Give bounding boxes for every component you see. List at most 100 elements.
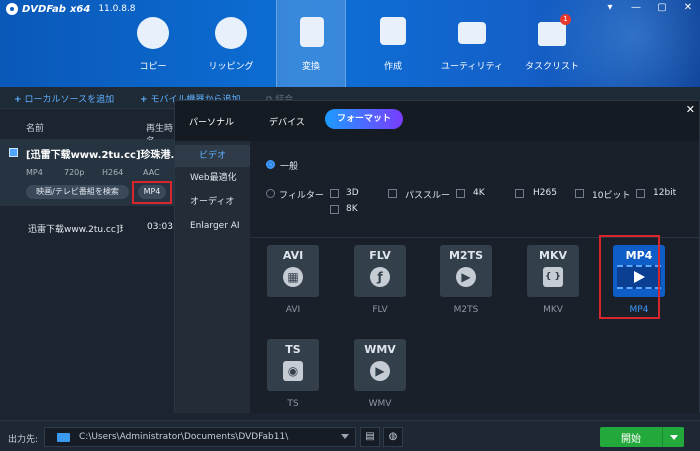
file-title: 迅雷下载www.2tu.cc]珍珠港 bbox=[28, 225, 123, 235]
app-name: DVDFab bbox=[22, 3, 66, 15]
title-nav-bar: DVDFab x64 11.0.8.8 ▾ — ▢ ✕ コピー リッピング 変換… bbox=[0, 0, 700, 87]
filter-10bit-label: 10ビット bbox=[592, 191, 631, 201]
movie-tv-search-button[interactable]: 映画/テレビ番組を検索 bbox=[26, 185, 129, 199]
checkbox-4k[interactable] bbox=[456, 189, 465, 198]
format-tile-m2ts[interactable]: M2TS ▶ bbox=[440, 245, 492, 297]
start-button[interactable]: 開始 bbox=[600, 427, 684, 447]
column-name[interactable]: 名前 bbox=[26, 121, 44, 134]
window-controls: ▾ — ▢ ✕ bbox=[604, 2, 694, 13]
category-enlarger-ai[interactable]: Enlarger AI bbox=[175, 215, 250, 237]
nav-copy[interactable]: コピー bbox=[118, 0, 188, 87]
browse-folder-button[interactable]: ▤ bbox=[360, 427, 380, 447]
nav-task-list-label: タスクリスト bbox=[524, 62, 579, 72]
filter-h265-label: H265 bbox=[533, 188, 557, 198]
ts-badge: TS bbox=[285, 343, 301, 356]
wmv-badge: WMV bbox=[364, 343, 396, 356]
format-tile-flv[interactable]: FLV ƒ bbox=[354, 245, 406, 297]
meta-container: MP4 bbox=[26, 168, 43, 177]
nav-ripping-label: リッピング bbox=[208, 62, 254, 72]
start-label: 開始 bbox=[621, 434, 641, 445]
category-audio[interactable]: オーディオ bbox=[175, 191, 250, 213]
menu-dropdown-icon[interactable]: ▾ bbox=[604, 2, 616, 13]
file-title: [迅雷下载www.2tu.cc]珍珠港.BD bbox=[26, 150, 176, 161]
format-tile-ts[interactable]: TS ◉ bbox=[267, 339, 319, 391]
checkbox-passthrough[interactable] bbox=[388, 189, 397, 198]
profile-tabs: パーソナル デバイス フォーマット ✕ bbox=[175, 101, 699, 141]
checkbox-3d[interactable] bbox=[330, 189, 339, 198]
mkv-badge: MKV bbox=[539, 249, 567, 262]
checkbox-h265[interactable] bbox=[515, 189, 524, 198]
meta-audio-codec: AAC bbox=[143, 168, 160, 177]
output-path-value: C:\Users\Administrator\Documents\DVDFab1… bbox=[79, 432, 289, 442]
output-path-field[interactable]: C:\Users\Administrator\Documents\DVDFab1… bbox=[44, 427, 356, 447]
file-collapse-checkbox[interactable] bbox=[9, 148, 18, 157]
filter-8k-label: 8K bbox=[346, 204, 358, 214]
checkbox-10bit[interactable] bbox=[575, 189, 584, 198]
format-tile-avi[interactable]: AVI ▦ bbox=[267, 245, 319, 297]
close-icon[interactable]: ✕ bbox=[686, 103, 695, 116]
start-options-dropdown[interactable] bbox=[662, 427, 684, 447]
plus-icon: + bbox=[140, 95, 148, 105]
tab-format[interactable]: フォーマット bbox=[325, 109, 404, 129]
filter-4k-label: 4K bbox=[473, 188, 485, 198]
category-sidebar: ビデオ Web最適化 オーディオ Enlarger AI bbox=[175, 141, 250, 413]
brain-graphic bbox=[480, 0, 700, 87]
ts-label: TS bbox=[287, 399, 299, 409]
add-local-label: ローカルソースを追加 bbox=[24, 95, 115, 105]
nav-ripping[interactable]: リッピング bbox=[196, 0, 266, 87]
nav-create-label: 作成 bbox=[383, 62, 402, 72]
plus-icon: + bbox=[14, 95, 22, 105]
nav-task-list[interactable]: 1 タスクリスト bbox=[516, 0, 588, 87]
close-icon[interactable]: ✕ bbox=[682, 2, 694, 13]
nav-convert[interactable]: 変換 bbox=[276, 0, 346, 87]
file-list-header: 名前 再生時名 bbox=[0, 109, 176, 147]
avi-label: AVI bbox=[285, 305, 301, 315]
tab-personal[interactable]: パーソナル bbox=[189, 115, 234, 128]
folder-icon bbox=[57, 433, 70, 442]
filter-3d-label: 3D bbox=[346, 188, 359, 198]
app-logo: DVDFab x64 11.0.8.8 bbox=[6, 3, 136, 15]
mkv-brackets-icon: { } bbox=[543, 267, 563, 287]
tab-device[interactable]: デバイス bbox=[269, 115, 305, 128]
nav-copy-label: コピー bbox=[139, 62, 167, 72]
output-bar: 出力先: C:\Users\Administrator\Documents\DV… bbox=[0, 420, 700, 451]
task-count-badge: 1 bbox=[560, 14, 571, 25]
general-label: 一般 bbox=[280, 162, 299, 172]
nav-convert-label: 変換 bbox=[301, 62, 320, 72]
nav-create[interactable]: 作成 bbox=[358, 0, 428, 87]
m2ts-label: M2TS bbox=[453, 305, 479, 315]
chevron-down-icon[interactable] bbox=[341, 434, 349, 439]
flv-badge: FLV bbox=[369, 249, 391, 262]
convert-film-icon bbox=[300, 17, 324, 47]
radio-general[interactable] bbox=[266, 160, 275, 169]
wmv-label: WMV bbox=[368, 399, 392, 409]
filter-12bit-label: 12bit bbox=[653, 188, 677, 198]
minimize-icon[interactable]: — bbox=[630, 2, 642, 13]
meta-resolution: 720p bbox=[64, 168, 85, 177]
filter-label: フィルター bbox=[279, 191, 324, 201]
radio-filter[interactable] bbox=[266, 189, 275, 198]
app-edition: x64 bbox=[69, 3, 91, 15]
checkbox-8k[interactable] bbox=[330, 205, 339, 214]
checkbox-12bit[interactable] bbox=[636, 189, 645, 198]
format-tile-mkv[interactable]: MKV { } bbox=[527, 245, 579, 297]
m2ts-play-icon: ▶ bbox=[456, 267, 476, 287]
globe-icon[interactable]: ◍ bbox=[383, 427, 403, 447]
file-row[interactable]: 迅雷下载www.2tu.cc]珍珠港 03:03:0 bbox=[0, 206, 182, 246]
nav-utility[interactable]: ユーティリティ bbox=[436, 0, 508, 87]
format-highlight-box bbox=[132, 181, 172, 204]
format-tile-wmv[interactable]: WMV ▶ bbox=[354, 339, 406, 391]
camera-icon: ◉ bbox=[283, 361, 303, 381]
toolbox-icon bbox=[458, 22, 486, 44]
disc-copy-icon bbox=[137, 17, 169, 49]
wmv-play-icon: ▶ bbox=[370, 361, 390, 381]
filter-passthrough-label: パススルー bbox=[405, 191, 451, 201]
disc-rip-icon bbox=[215, 17, 247, 49]
maximize-icon[interactable]: ▢ bbox=[656, 2, 668, 13]
mp4-highlight-box bbox=[599, 235, 660, 319]
meta-video-codec: H264 bbox=[102, 168, 124, 177]
category-video[interactable]: ビデオ bbox=[175, 145, 250, 167]
create-video-icon bbox=[380, 17, 406, 45]
category-web-optimized[interactable]: Web最適化 bbox=[175, 167, 250, 189]
add-local-source-button[interactable]: + ローカルソースを追加 bbox=[14, 92, 114, 105]
